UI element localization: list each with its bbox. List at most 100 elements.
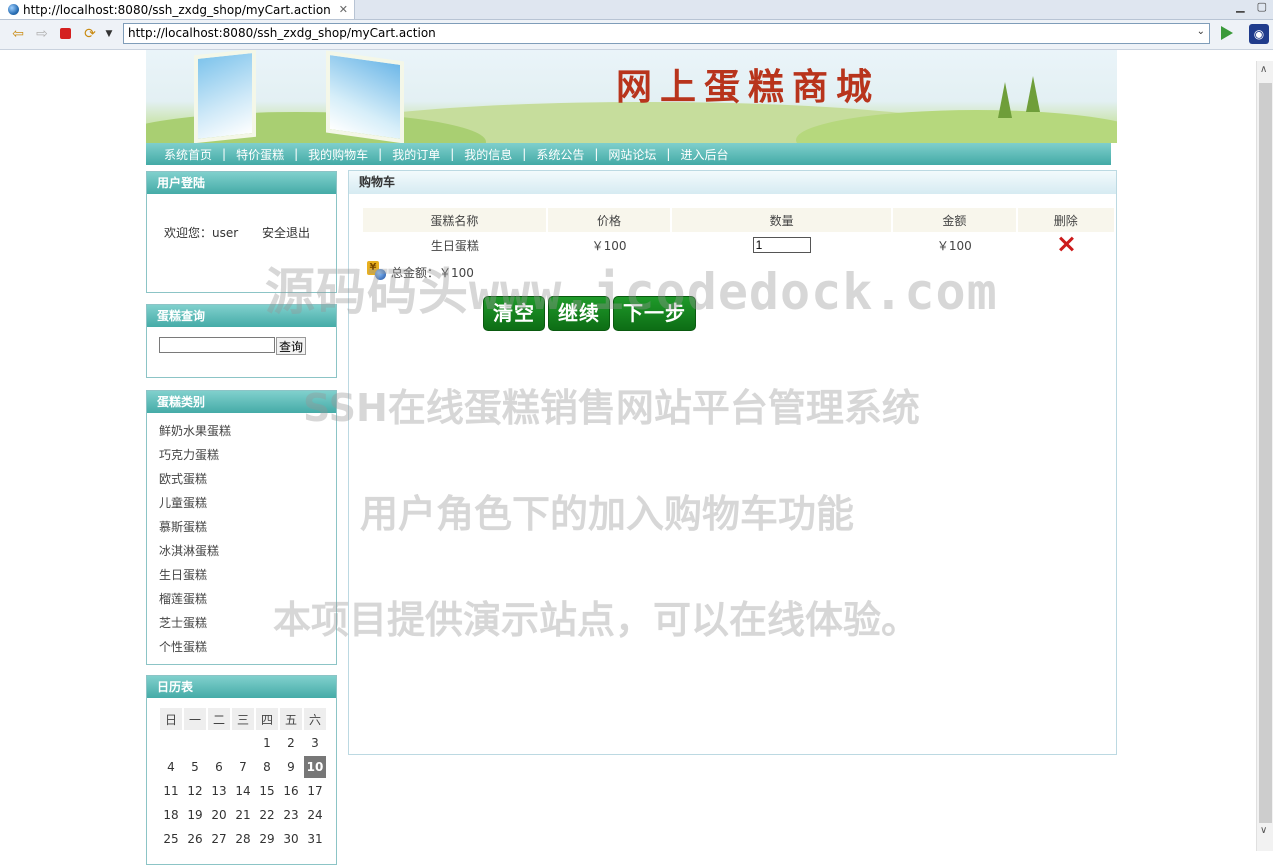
calendar-day[interactable]: 2	[280, 732, 302, 754]
browser-tabbar: http://localhost:8080/ssh_zxdg_shop/myCa…	[0, 0, 1273, 20]
cart-table: 蛋糕名称 价格 数量 金额 删除 生日蛋糕 ￥100 ￥100	[363, 208, 1117, 258]
calendar-day[interactable]: 12	[184, 780, 206, 802]
calendar-day[interactable]: 9	[280, 756, 302, 778]
category-item[interactable]: 欧式蛋糕	[159, 467, 336, 491]
search-input[interactable]	[159, 337, 275, 353]
calendar-day[interactable]: 27	[208, 828, 230, 850]
calendar-panel: 日历表 日一二三四五六 1 2 3 4 5 6 7 8 9 10 11 12 13 14 15 16 17 18 19…	[146, 675, 337, 865]
calendar-day[interactable]: 28	[232, 828, 254, 850]
chevron-down-icon[interactable]: ▼	[101, 26, 117, 42]
quantity-input[interactable]	[752, 237, 811, 253]
browser-tab[interactable]: http://localhost:8080/ssh_zxdg_shop/myCa…	[0, 0, 355, 19]
maximize-icon[interactable]: ▢	[1257, 0, 1267, 13]
calendar-weekday: 六	[304, 708, 326, 730]
login-panel-title: 用户登陆	[147, 172, 336, 194]
category-item[interactable]: 个性蛋糕	[159, 635, 336, 659]
close-icon[interactable]: ✕	[339, 3, 348, 16]
category-item[interactable]: 冰淇淋蛋糕	[159, 539, 336, 563]
calendar-day[interactable]: 4	[160, 756, 182, 778]
extension-icon[interactable]: ◉	[1249, 24, 1269, 44]
calendar-day[interactable]: 20	[208, 804, 230, 826]
nav-forum[interactable]: 网站论坛	[608, 146, 656, 163]
calendar-weekday: 四	[256, 708, 278, 730]
calendar-day[interactable]: 7	[232, 756, 254, 778]
scroll-down-icon[interactable]: ∨	[1260, 825, 1267, 836]
next-step-button[interactable]: 下一步	[613, 296, 696, 331]
calendar-day[interactable]: 23	[280, 804, 302, 826]
calendar-week: 123	[160, 732, 326, 754]
search-button[interactable]: 查询	[276, 337, 307, 355]
logout-link[interactable]: 安全退出	[262, 226, 310, 240]
delete-cell	[1017, 232, 1115, 258]
calendar-day[interactable]: 30	[280, 828, 302, 850]
nav-announcements[interactable]: 系统公告	[536, 146, 584, 163]
calendar-day[interactable]: 24	[304, 804, 326, 826]
calendar-weekday: 二	[208, 708, 230, 730]
calendar-day[interactable]: 15	[256, 780, 278, 802]
window-graphic	[326, 50, 404, 143]
calendar-day[interactable]: 22	[256, 804, 278, 826]
category-item[interactable]: 巧克力蛋糕	[159, 443, 336, 467]
calendar-day[interactable]: 26	[184, 828, 206, 850]
minimize-icon[interactable]: ▁	[1236, 0, 1244, 13]
calendar-day	[232, 732, 254, 754]
scroll-up-icon[interactable]: ∧	[1260, 64, 1267, 75]
stop-icon[interactable]	[57, 26, 73, 42]
nav-home[interactable]: 系统首页	[164, 146, 212, 163]
calendar-day[interactable]: 1	[256, 732, 278, 754]
welcome-text: 欢迎您：user	[164, 226, 239, 240]
back-arrow-icon[interactable]: ⇦	[10, 26, 26, 42]
continue-shopping-button[interactable]: 继续	[548, 296, 610, 331]
go-arrow-icon[interactable]	[1221, 26, 1233, 40]
chevron-down-icon[interactable]: ⌄	[1197, 26, 1205, 37]
nav-special[interactable]: 特价蛋糕	[236, 146, 284, 163]
calendar-day[interactable]: 6	[208, 756, 230, 778]
category-item[interactable]: 生日蛋糕	[159, 563, 336, 587]
calendar-day[interactable]: 25	[160, 828, 182, 850]
category-item[interactable]: 鲜奶水果蛋糕	[159, 419, 336, 443]
calendar-day[interactable]: 31	[304, 828, 326, 850]
nav-separator: |	[294, 147, 299, 161]
vertical-scrollbar[interactable]: ∧ ∨	[1256, 61, 1273, 851]
calendar-day[interactable]: 10	[304, 756, 326, 778]
calendar-day[interactable]: 21	[232, 804, 254, 826]
scrollbar-thumb[interactable]	[1259, 83, 1272, 823]
nav-my-info[interactable]: 我的信息	[464, 146, 512, 163]
calendar-day[interactable]: 16	[280, 780, 302, 802]
calendar-weekday-row: 日一二三四五六	[160, 708, 326, 730]
delete-icon[interactable]	[1058, 236, 1074, 252]
site-banner: 网上蛋糕商城	[146, 50, 1117, 143]
calendar-day[interactable]: 3	[304, 732, 326, 754]
category-item[interactable]: 榴莲蛋糕	[159, 587, 336, 611]
nav-separator: |	[222, 147, 227, 161]
category-panel-title: 蛋糕类别	[147, 391, 336, 413]
nav-admin[interactable]: 进入后台	[680, 146, 728, 163]
tab-title: http://localhost:8080/ssh_zxdg_shop/myCa…	[23, 2, 331, 17]
category-item[interactable]: 儿童蛋糕	[159, 491, 336, 515]
category-item[interactable]: 芝士蛋糕	[159, 611, 336, 635]
calendar-day[interactable]: 13	[208, 780, 230, 802]
window-controls: ▁ ▢	[1236, 0, 1267, 13]
calendar-weekday: 五	[280, 708, 302, 730]
calendar-day[interactable]: 19	[184, 804, 206, 826]
cart-total: ¥ 总金额： ￥100	[367, 261, 474, 281]
forward-arrow-icon[interactable]: ⇨	[34, 26, 50, 42]
calendar-day[interactable]: 14	[232, 780, 254, 802]
nav-my-orders[interactable]: 我的订单	[392, 146, 440, 163]
calendar-week: 4 5 6 7 8 9 10	[160, 756, 326, 778]
calendar-day[interactable]: 29	[256, 828, 278, 850]
clear-cart-button[interactable]: 清空	[483, 296, 545, 331]
calendar-day[interactable]: 5	[184, 756, 206, 778]
item-price: ￥100	[591, 238, 627, 253]
category-item[interactable]: 慕斯蛋糕	[159, 515, 336, 539]
calendar-day[interactable]: 8	[256, 756, 278, 778]
calendar-day	[208, 732, 230, 754]
calendar-day[interactable]: 11	[160, 780, 182, 802]
calendar-day[interactable]: 18	[160, 804, 182, 826]
calendar-day[interactable]: 17	[304, 780, 326, 802]
address-bar[interactable]: http://localhost:8080/ssh_zxdg_shop/myCa…	[123, 23, 1210, 44]
qty-cell	[671, 232, 892, 258]
refresh-icon[interactable]: ⟳	[82, 26, 98, 42]
nav-my-cart[interactable]: 我的购物车	[308, 146, 368, 163]
search-panel-title: 蛋糕查询	[147, 305, 336, 327]
